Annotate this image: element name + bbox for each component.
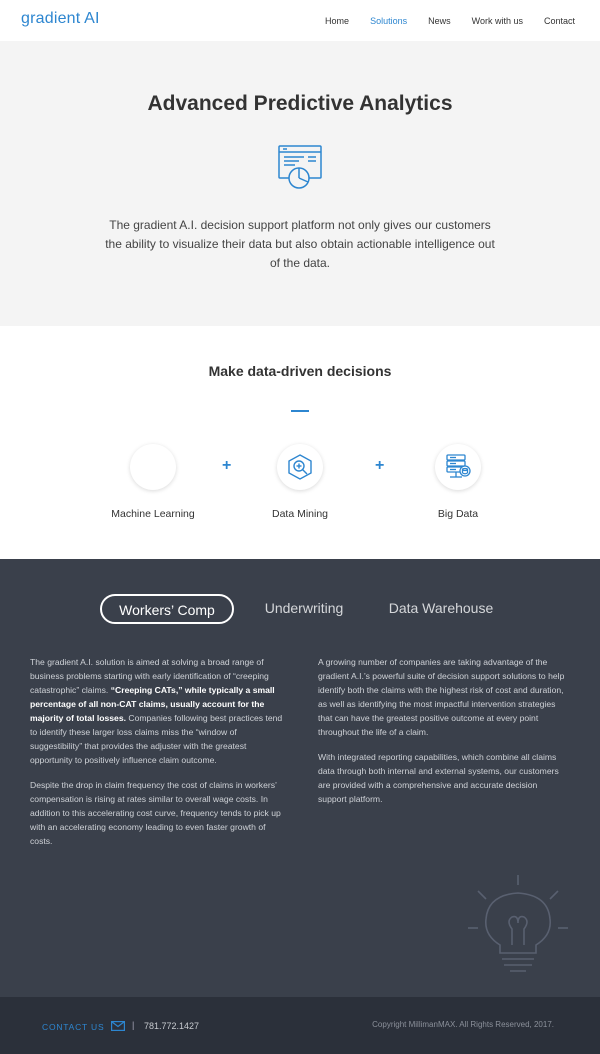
machine-learning-icon: [130, 444, 176, 490]
feature-label: Data Mining: [271, 508, 329, 520]
paragraph: Despite the drop in claim frequency the …: [30, 780, 281, 846]
plus-sign: +: [222, 457, 232, 474]
contact-us-link[interactable]: CONTACT US: [42, 1021, 126, 1033]
lightbulb-icon: [466, 873, 570, 982]
hero-description: The gradient A.I. decision support platf…: [105, 218, 495, 271]
decisions-section: Make data-driven decisions Machine Learn…: [0, 326, 600, 559]
hero-section: Advanced Predictive Analytics The gradie…: [0, 41, 600, 326]
plus-sign: +: [375, 457, 385, 474]
solutions-tabs-section: Workers’ Comp Underwriting Data Warehous…: [0, 559, 600, 997]
data-mining-icon: [277, 444, 323, 490]
tab-workers-comp[interactable]: Workers’ Comp: [100, 594, 234, 624]
copyright: Copyright MillimanMAX. All Rights Reserv…: [372, 1020, 554, 1029]
feature-label: Machine Learning: [111, 508, 195, 520]
tab-content-left-column: The gradient A.I. solution is aimed at s…: [30, 655, 290, 859]
tab-underwriting[interactable]: Underwriting: [251, 594, 357, 624]
nav-work-with-us[interactable]: Work with us: [472, 16, 523, 26]
paragraph: The gradient A.I. solution is aimed at s…: [30, 655, 290, 767]
decisions-title: Make data-driven decisions: [208, 363, 392, 379]
analytics-screen-icon: [277, 144, 323, 195]
feature-big-data: Big Data: [408, 444, 508, 520]
nav-news[interactable]: News: [428, 16, 451, 26]
paragraph: A growing number of companies are taking…: [318, 657, 565, 737]
tab-content-right-column: A growing number of companies are taking…: [318, 655, 568, 817]
site-footer: CONTACT US | 781.772.1427 Copyright Mill…: [0, 997, 600, 1054]
paragraph: With integrated reporting capabilities, …: [318, 752, 559, 804]
feature-data-mining: Data Mining: [250, 444, 350, 520]
main-nav: Home Solutions News Work with us Contact: [304, 16, 575, 26]
site-header: gradient AI Home Solutions News Work wit…: [0, 0, 600, 41]
hero-title: Advanced Predictive Analytics: [147, 92, 453, 115]
feature-label: Big Data: [437, 508, 479, 520]
contact-us-label: CONTACT US: [42, 1022, 105, 1032]
nav-solutions[interactable]: Solutions: [370, 16, 407, 26]
nav-home[interactable]: Home: [325, 16, 349, 26]
envelope-icon: [111, 1021, 126, 1033]
feature-machine-learning: Machine Learning: [103, 444, 203, 520]
phone-number[interactable]: 781.772.1427: [144, 1021, 199, 1031]
nav-contact[interactable]: Contact: [544, 16, 575, 26]
title-divider: [291, 410, 309, 412]
big-data-icon: [435, 444, 481, 490]
logo[interactable]: gradient AI: [21, 10, 100, 28]
tab-data-warehouse[interactable]: Data Warehouse: [377, 594, 505, 624]
separator: |: [132, 1020, 135, 1030]
